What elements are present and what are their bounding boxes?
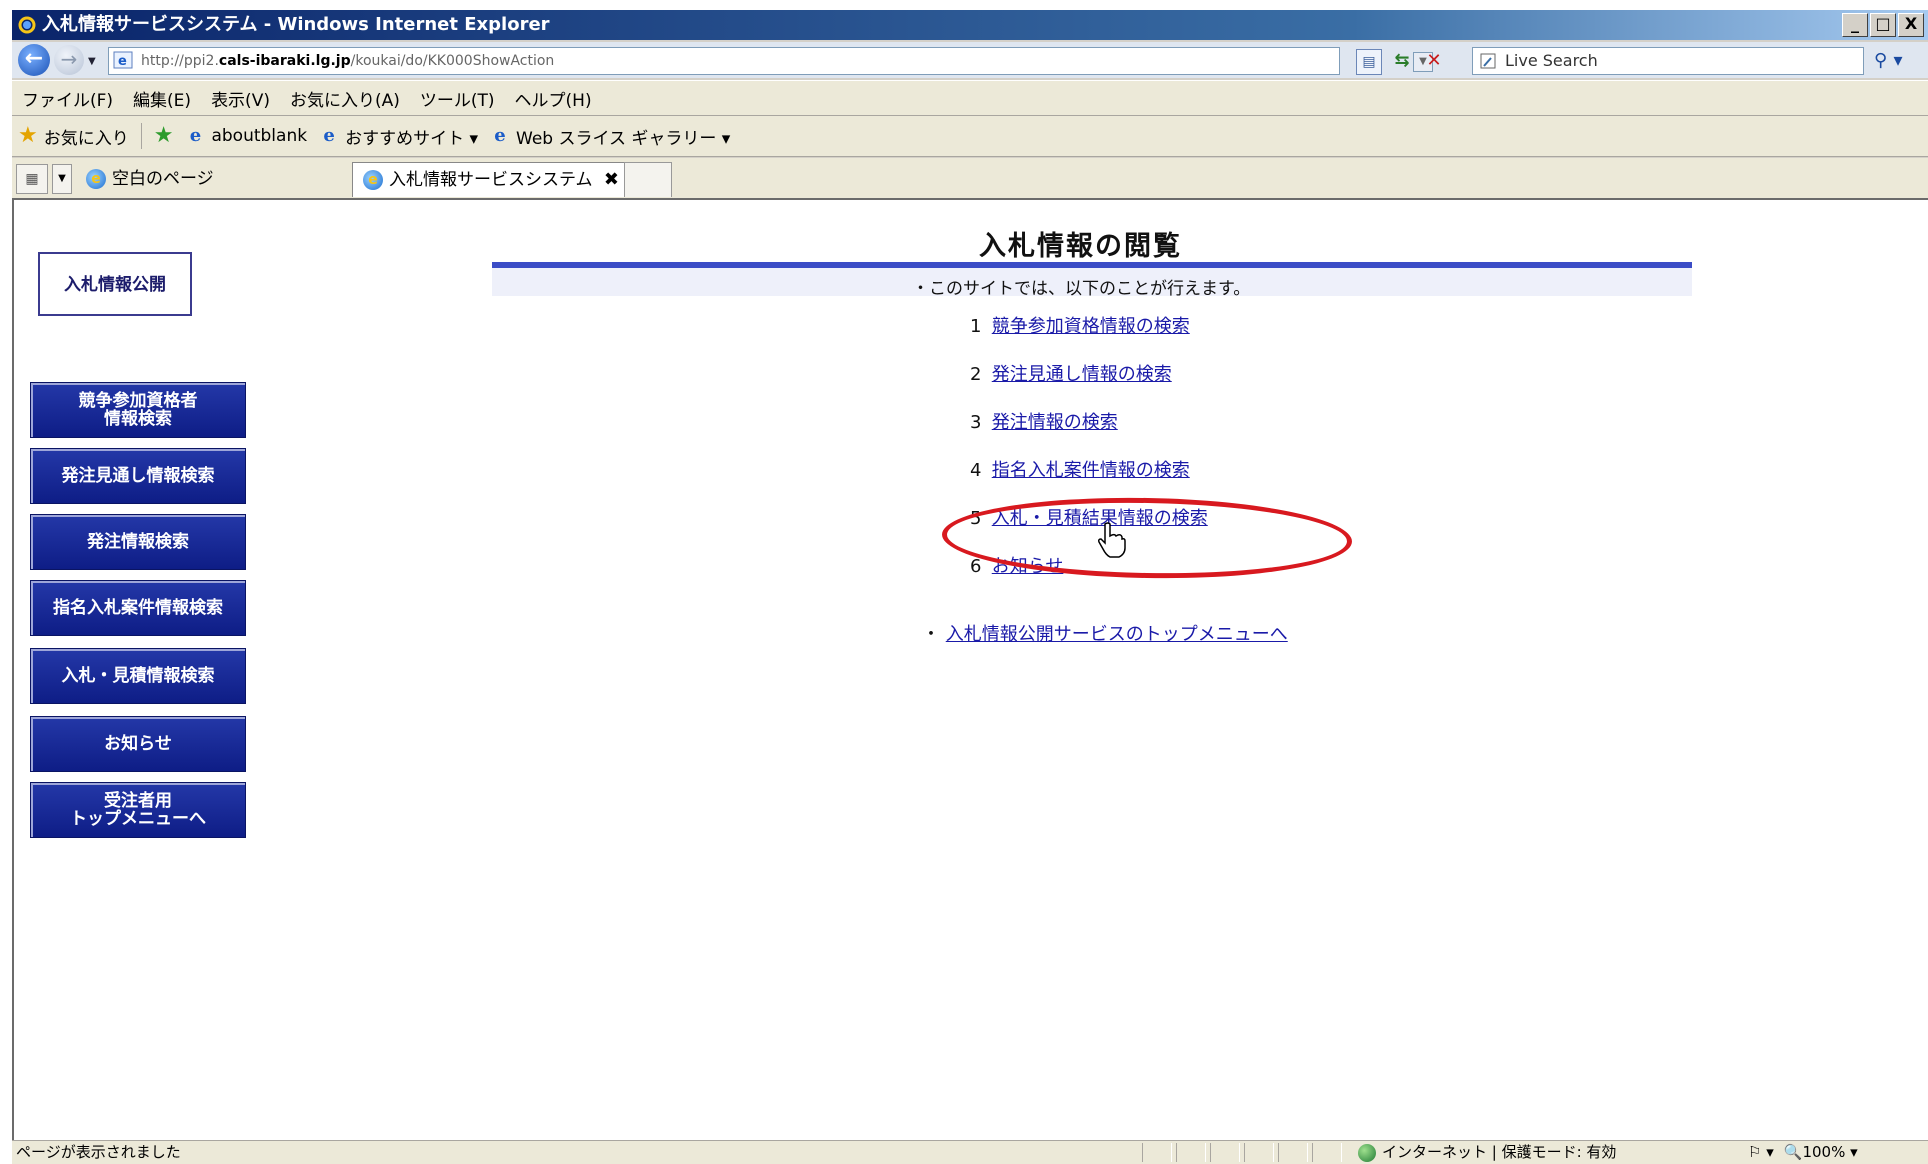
- list-item: 3 発注情報の検索: [970, 408, 1118, 434]
- tab-row: ▦ ▼ e 空白のページ e 入札情報サービスシステム ✖: [12, 158, 1928, 200]
- zone-text: インターネット | 保護モード: 有効: [1382, 1143, 1617, 1161]
- list-item: 2 発注見通し情報の検索: [970, 360, 1172, 386]
- url-text: http://ppi2.cals-ibaraki.lg.jp/koukai/do…: [141, 53, 555, 69]
- menu-help[interactable]: ヘルプ(H): [505, 86, 602, 111]
- internet-globe-icon: [1358, 1143, 1376, 1162]
- fav-link-label: Web スライス ギャラリー ▾: [516, 128, 731, 149]
- sidebar-designated-bid-search-button[interactable]: 指名入札案件情報検索: [30, 580, 246, 636]
- forecast-search-link[interactable]: 発注見通し情報の検索: [992, 364, 1172, 385]
- menu-view[interactable]: 表示(V): [201, 86, 280, 111]
- add-favorite-icon: ★: [153, 123, 174, 148]
- fav-link-label: aboutblank: [211, 126, 308, 146]
- minimize-button[interactable]: _: [1842, 13, 1868, 37]
- item-number: 2: [970, 364, 982, 385]
- status-text: ページが表示されました: [16, 1143, 181, 1161]
- fav-link-web-slice-gallery[interactable]: e Web スライス ギャラリー ▾: [484, 124, 736, 149]
- status-segment: [1278, 1143, 1308, 1162]
- refresh-icon[interactable]: ⇆: [1390, 49, 1414, 73]
- title-bar: 入札情報サービスシステム - Windows Internet Explorer…: [12, 10, 1928, 40]
- fav-link-aboutblank[interactable]: e aboutblank: [179, 126, 313, 146]
- page-title: 入札情報の閲覧: [979, 231, 1182, 262]
- site-logo[interactable]: 入札情報公開: [38, 252, 192, 316]
- status-segment: [1210, 1143, 1240, 1162]
- add-favorite-button[interactable]: ★: [148, 125, 180, 147]
- sidebar-bid-estimate-search-button[interactable]: 入札・見積情報検索: [30, 648, 246, 704]
- intro-text: ・このサイトでは、以下のことが行えます。: [912, 279, 1251, 299]
- ie-logo-icon: e: [363, 170, 383, 190]
- top-menu-link-row: ・ 入札情報公開サービスのトップメニューへ: [922, 620, 1288, 646]
- browser-window: 入札情報サービスシステム - Windows Internet Explorer…: [12, 10, 1928, 1164]
- new-tab-button[interactable]: [624, 162, 672, 197]
- tab-list-dropdown-icon[interactable]: ▼: [52, 164, 72, 194]
- ie-page-icon: e: [189, 125, 202, 146]
- window-title: 入札情報サービスシステム - Windows Internet Explorer: [42, 14, 550, 35]
- sidebar-order-search-button[interactable]: 発注情報検索: [30, 514, 246, 570]
- ie-logo-icon: e: [86, 169, 106, 189]
- menu-tools[interactable]: ツール(T): [410, 86, 505, 111]
- menu-bar: ファイル(F) 編集(E) 表示(V) お気に入り(A) ツール(T) ヘルプ(…: [12, 80, 1928, 116]
- menu-edit[interactable]: 編集(E): [123, 86, 201, 111]
- svg-text:e: e: [118, 54, 127, 69]
- favorites-divider: [140, 123, 142, 149]
- sidebar-forecast-search-button[interactable]: 発注見通し情報検索: [30, 448, 246, 504]
- zoom-area: ⚐ ▾ 🔍100% ▾: [1748, 1141, 1858, 1164]
- search-placeholder: Live Search: [1505, 51, 1598, 70]
- designated-bid-search-link[interactable]: 指名入札案件情報の検索: [992, 460, 1190, 481]
- status-segment: [1176, 1143, 1206, 1162]
- status-bar: ページが表示されました インターネット | 保護モード: 有効 ⚐ ▾ 🔍100…: [12, 1140, 1928, 1164]
- list-item: 4 指名入札案件情報の検索: [970, 456, 1190, 482]
- sidebar-contractor-top-menu-button[interactable]: 受注者用 トップメニューへ: [30, 782, 246, 838]
- qualification-search-link[interactable]: 競争参加資格情報の検索: [992, 316, 1190, 337]
- tab-label: 入札情報サービスシステム: [389, 170, 593, 190]
- ie-page-icon: e: [113, 51, 133, 69]
- favorites-button[interactable]: ★ お気に入り: [12, 124, 135, 149]
- sidebar-qualification-search-button[interactable]: 競争参加資格者 情報検索: [30, 382, 246, 438]
- forward-button[interactable]: →: [54, 45, 84, 75]
- security-zone[interactable]: インターネット | 保護モード: 有効: [1358, 1141, 1616, 1164]
- close-tab-icon[interactable]: ✖: [604, 163, 619, 197]
- address-bar[interactable]: e http://ppi2.cals-ibaraki.lg.jp/koukai/…: [108, 47, 1433, 75]
- item-number: 4: [970, 460, 982, 481]
- back-button[interactable]: ←: [18, 44, 50, 76]
- service-top-menu-link[interactable]: 入札情報公開サービスのトップメニューへ: [946, 624, 1288, 645]
- history-dropdown-icon[interactable]: ▼: [88, 56, 96, 67]
- favorites-star-icon: ★: [18, 123, 38, 148]
- search-provider-icon: [1480, 53, 1496, 69]
- zoom-control[interactable]: 🔍100% ▾: [1784, 1141, 1858, 1164]
- bullet: ・: [922, 624, 940, 645]
- status-segment: [1312, 1143, 1342, 1162]
- sidebar-notices-button[interactable]: お知らせ: [30, 716, 246, 772]
- menu-file[interactable]: ファイル(F): [12, 86, 123, 111]
- order-search-link[interactable]: 発注情報の検索: [992, 412, 1118, 433]
- quick-tabs-icon[interactable]: ▦: [16, 164, 48, 194]
- tab-label: 空白のページ: [112, 169, 214, 189]
- tab-blank-page[interactable]: e 空白のページ: [76, 162, 352, 196]
- favorites-bar: ★ お気に入り ★ e aboutblank e おすすめサイト ▾ e Web…: [12, 116, 1928, 157]
- fav-link-label: おすすめサイト ▾: [345, 128, 479, 149]
- address-row: ← → ▼ e http://ppi2.cals-ibaraki.lg.jp/k…: [12, 42, 1928, 78]
- fav-link-suggested-sites[interactable]: e おすすめサイト ▾: [313, 124, 484, 149]
- list-item: 1 競争参加資格情報の検索: [970, 312, 1190, 338]
- page-options-icon[interactable]: ⚐ ▾: [1748, 1141, 1774, 1164]
- tab-bid-info-system[interactable]: e 入札情報サービスシステム ✖: [352, 162, 632, 197]
- ie-app-icon: [18, 16, 36, 34]
- menu-favorites[interactable]: お気に入り(A): [280, 86, 410, 111]
- close-window-button[interactable]: X: [1898, 13, 1924, 37]
- maximize-button[interactable]: □: [1870, 13, 1896, 37]
- window-controls: _ □ X: [1842, 13, 1924, 37]
- status-segment: [1142, 1143, 1172, 1162]
- search-icon[interactable]: ⚲ ▾: [1874, 48, 1914, 74]
- ie-page-icon: e: [494, 125, 506, 146]
- stop-icon[interactable]: ✕: [1422, 49, 1446, 73]
- item-number: 1: [970, 316, 982, 337]
- compatibility-view-icon[interactable]: ▤: [1356, 49, 1382, 75]
- item-number: 3: [970, 412, 982, 433]
- favorites-label: お気に入り: [43, 128, 129, 149]
- status-segment: [1244, 1143, 1274, 1162]
- search-input[interactable]: Live Search: [1472, 47, 1864, 75]
- zoom-level: 100%: [1802, 1143, 1846, 1161]
- hand-cursor-icon: [1098, 522, 1126, 558]
- ie-page-icon: e: [323, 125, 335, 146]
- page-content: 入札情報公開 競争参加資格者 情報検索 発注見通し情報検索 発注情報検索 指名入…: [12, 200, 1928, 1140]
